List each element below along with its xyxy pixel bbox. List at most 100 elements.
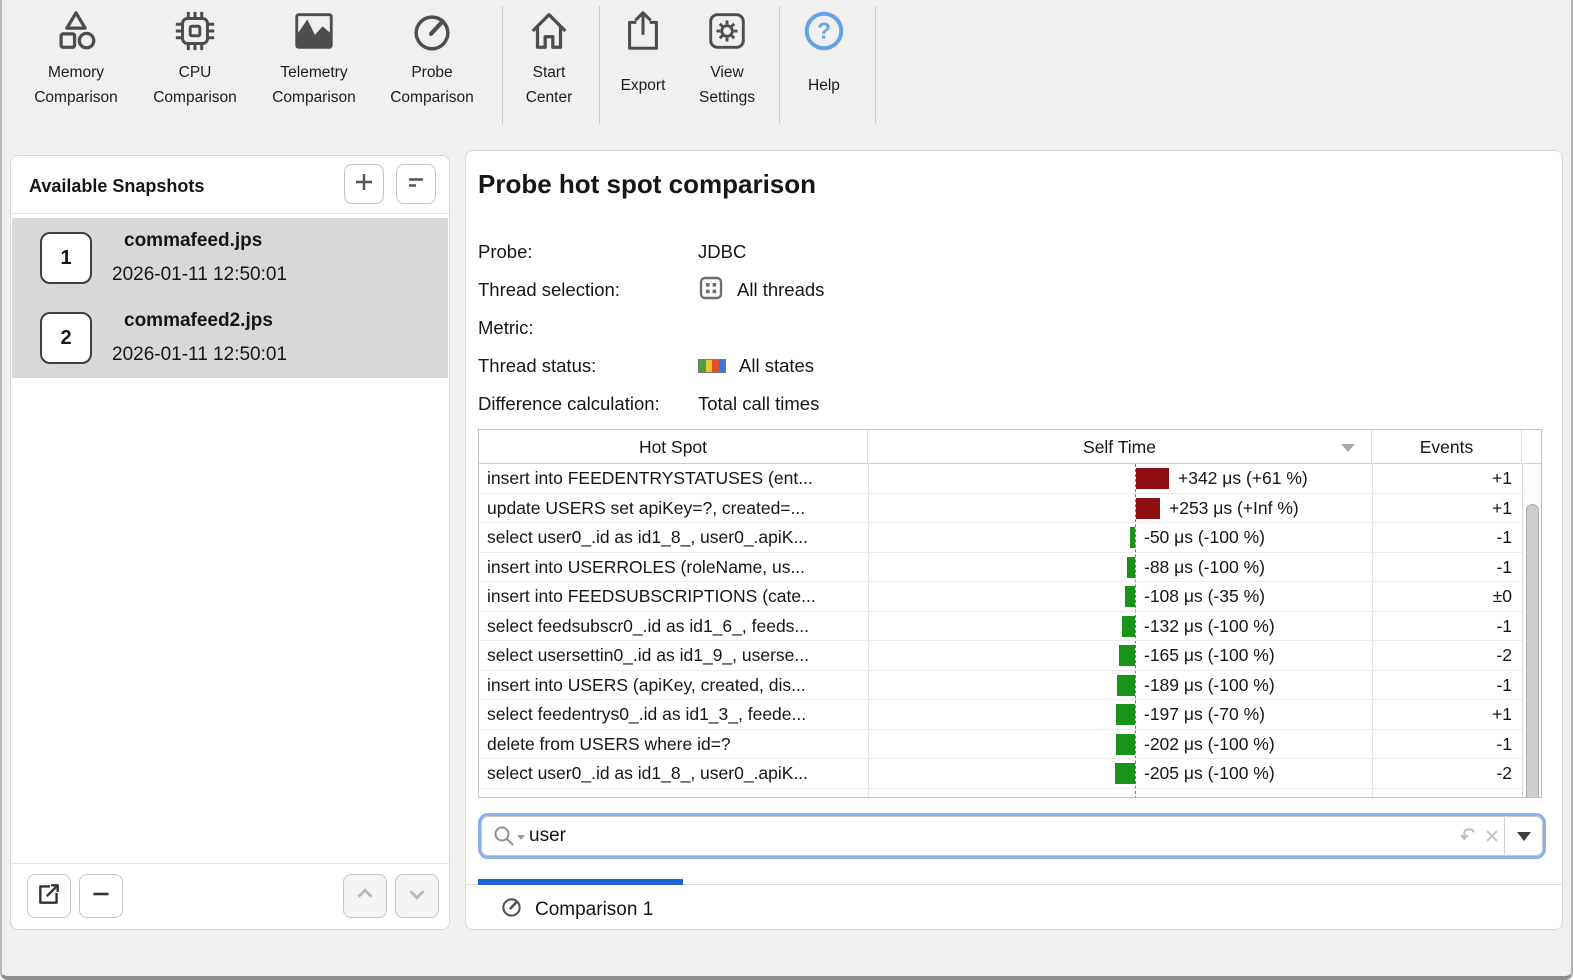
main-toolbar: Memory Comparison CPU Comparison Telemetry… [0, 0, 1573, 130]
toolbar-button-probe-comparison[interactable]: Probe Comparison [377, 0, 487, 130]
toolbar-button-export[interactable]: Export [604, 0, 682, 130]
table-row[interactable]: insert into FEEDENTRYSTATUSES (ent... +3… [479, 464, 1541, 494]
toolbar-separator [875, 6, 876, 124]
hotspot-cell: insert into FEEDSUBSCRIPTIONS (cate... [487, 586, 816, 606]
snapshot-name: commafeed2.jps [124, 310, 273, 331]
toolbar-label: Settings [698, 89, 755, 106]
memory-comparison-icon [53, 0, 99, 54]
table-row[interactable]: select feedsubscr0_.id as id1_6_, feeds.… [479, 612, 1541, 641]
selftime-value: +342 μs (+61 %) [1178, 468, 1308, 488]
gauge-icon [500, 895, 523, 924]
snapshot-list-item[interactable]: 1 commafeed.jps 2026-01-11 12:50:01 [12, 218, 448, 298]
events-cell: -1 [1496, 733, 1512, 754]
hotspot-cell: update USERS set apiKey=?, created=... [487, 497, 806, 518]
table-header: Hot Spot Self Time Events [479, 430, 1541, 464]
chevron-down-icon [1517, 831, 1531, 841]
chevron-down-icon [404, 881, 430, 912]
selftime-value: -132 μs (-100 %) [1144, 615, 1275, 636]
hotspot-cell: insert into USERROLES (roleName, us... [487, 556, 806, 577]
diff-bar [1127, 556, 1135, 578]
toolbar-button-memory-comparison[interactable]: Memory Comparison [21, 0, 131, 130]
remove-snapshot-button[interactable] [79, 874, 123, 918]
snapshots-panel-title: Available Snapshots [29, 176, 205, 196]
thread-states-icon [698, 359, 726, 373]
tab-label: Comparison 1 [535, 898, 654, 920]
events-cell: -1 [1496, 615, 1512, 636]
selftime-value: -50 μs (-100 %) [1144, 527, 1265, 547]
hotspot-cell: select usersettin0_.id as id1_9_, userse… [487, 645, 809, 665]
toolbar-button-cpu-comparison[interactable]: CPU Comparison [140, 0, 250, 130]
selftime-cell: +342 μs (+61 %) [868, 464, 1372, 493]
table-row[interactable]: insert into USERROLES (roleName, us... -… [479, 553, 1541, 582]
hotspot-cell: insert into USERS (apiKey, created, dis.… [487, 674, 806, 695]
plus-icon [352, 170, 376, 199]
events-cell: -1 [1496, 674, 1512, 695]
table-row[interactable]: select user0_.id as id1_8_, user0_.apiK.… [479, 523, 1541, 553]
toolbar-button-start-center[interactable]: Start Center [504, 0, 594, 130]
diff-bar [1117, 674, 1135, 696]
toolbar-label: Comparison [390, 89, 474, 106]
selftime-value: -189 μs (-100 %) [1144, 674, 1275, 695]
column-header-events[interactable]: Events [1372, 430, 1522, 464]
open-external-icon [36, 881, 62, 912]
clear-search-icon[interactable] [1483, 827, 1501, 850]
toolbar-button-help[interactable]: ? Help [788, 0, 860, 130]
toolbar-label: Center [525, 89, 573, 106]
wrap-search-icon[interactable] [1457, 825, 1479, 852]
search-options-caret-icon[interactable] [517, 835, 525, 840]
table-row[interactable]: insert into FEEDSUBSCRIPTIONS (cate... -… [479, 582, 1541, 612]
move-snapshot-up-button[interactable] [343, 874, 387, 918]
column-header-hot-spot[interactable]: Hot Spot [479, 430, 868, 464]
table-row[interactable]: delete from USERS where id=? -202 μs (-1… [479, 730, 1541, 759]
toolbar-button-view-settings[interactable]: View Settings [684, 0, 770, 130]
snapshot-index-badge: 1 [40, 232, 92, 284]
active-tab-indicator [478, 879, 683, 885]
snapshot-list-item[interactable]: 2 commafeed2.jps 2026-01-11 12:50:01 [12, 298, 448, 378]
minus-icon [88, 881, 114, 912]
hotspot-cell: delete from USERS where id=? [487, 733, 731, 754]
selftime-cell: -197 μs (-70 %) [868, 700, 1372, 729]
search-input[interactable] [529, 818, 1409, 854]
hotspot-cell: select feedsubscr0_.id as id1_6_, feeds.… [487, 615, 810, 636]
scrollbar-thumb[interactable] [1526, 504, 1539, 797]
sort-snapshots-button[interactable] [396, 164, 436, 204]
table-row[interactable]: insert into USERS (apiKey, created, dis.… [479, 671, 1541, 700]
toolbar-label: Telemetry [280, 64, 348, 81]
move-snapshot-down-button[interactable] [395, 874, 439, 918]
toolbar-separator [599, 6, 600, 124]
open-snapshot-button[interactable] [27, 874, 71, 918]
toolbar-label: Start [532, 64, 566, 81]
sort-descending-icon [1341, 444, 1355, 452]
selftime-cell: -88 μs (-100 %) [868, 553, 1372, 582]
toolbar-label: Help [808, 76, 840, 94]
add-snapshot-button[interactable] [344, 164, 384, 204]
table-row[interactable]: select user0_.id as id1_8_, user0_.apiK.… [479, 759, 1541, 789]
toolbar-label: Comparison [153, 89, 237, 106]
selftime-cell: -202 μs (-100 %) [868, 730, 1372, 759]
export-icon [620, 0, 666, 54]
toolbar-label: Memory [48, 64, 104, 81]
chevron-up-icon [352, 881, 378, 912]
hotspot-cell: insert into FEEDENTRYSTATUSES (ent... [487, 468, 813, 488]
selftime-cell: -108 μs (-35 %) [868, 582, 1372, 611]
search-icon[interactable] [492, 824, 518, 855]
column-header-self-time[interactable]: Self Time [868, 430, 1372, 464]
meta-value-thread-selection: All threads [737, 279, 825, 300]
selftime-value: -88 μs (-100 %) [1144, 556, 1265, 577]
table-row[interactable]: select usersettin0_.id as id1_9_, userse… [479, 641, 1541, 671]
toolbar-button-telemetry-comparison[interactable]: Telemetry Comparison [259, 0, 369, 130]
search-dropdown-button[interactable] [1505, 816, 1543, 856]
view-settings-icon [704, 0, 750, 54]
events-cell: +1 [1492, 704, 1512, 724]
table-row[interactable]: select feedentrys0_.id as id1_3_, feede.… [479, 700, 1541, 730]
hotspot-cell: select feedentrys0_.id as id1_3_, feede.… [487, 704, 807, 724]
table-row[interactable]: update USERS set apiKey=?, created=... +… [479, 494, 1541, 523]
meta-value-difference-calculation: Total call times [698, 393, 820, 414]
tab-comparison-1[interactable]: Comparison 1 [500, 895, 653, 924]
selftime-cell: -132 μs (-100 %) [868, 612, 1372, 641]
selftime-value: -197 μs (-70 %) [1144, 704, 1265, 724]
table-body: insert into FEEDENTRYSTATUSES (ent... +3… [479, 464, 1541, 797]
hotspot-cell: select user0_.id as id1_8_, user0_.apiK.… [487, 763, 809, 783]
events-cell: +1 [1492, 497, 1512, 518]
hotspot-cell: select user0_.id as id1_8_, user0_.apiK.… [487, 527, 809, 547]
